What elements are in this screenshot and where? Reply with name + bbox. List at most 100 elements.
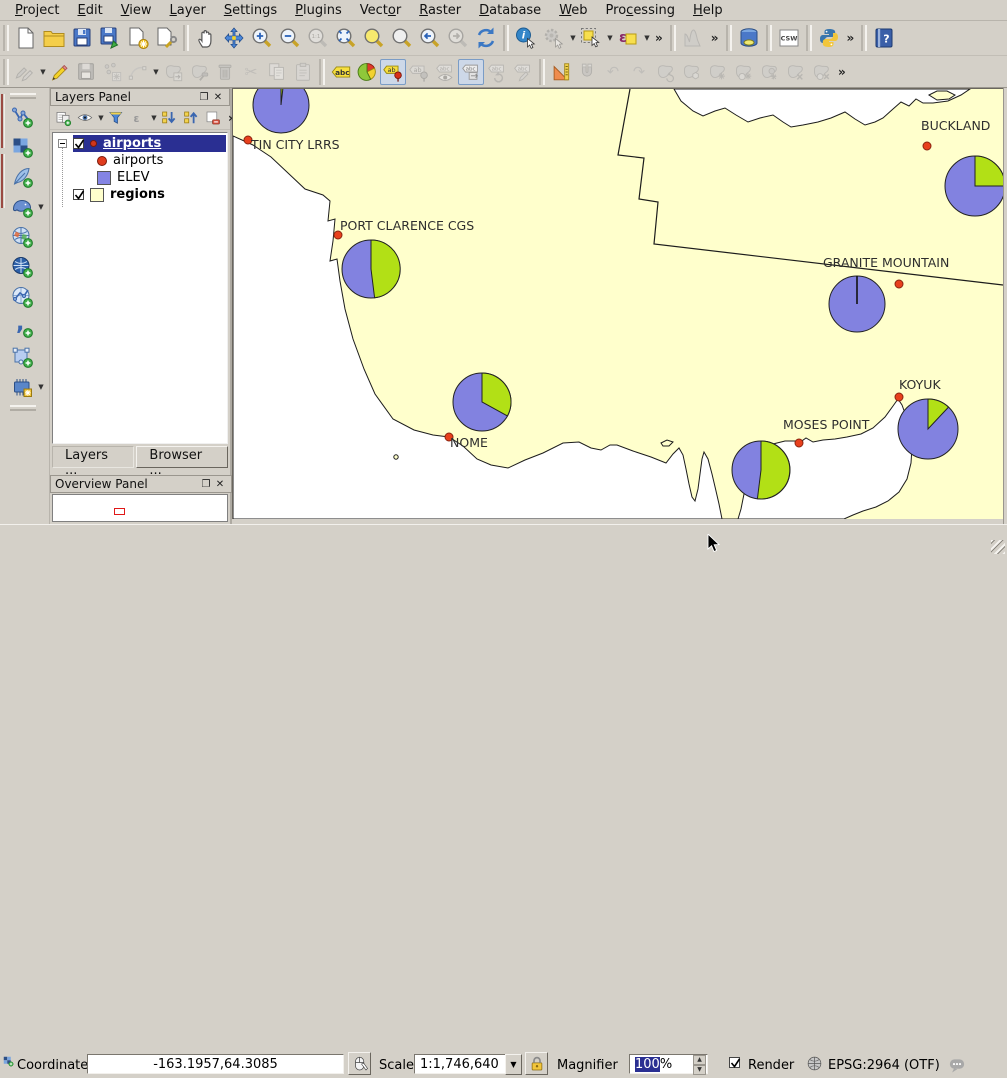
toolbar-grip[interactable]	[319, 59, 325, 85]
add-wfs-layer-button[interactable]	[8, 283, 36, 311]
menu-raster[interactable]: Raster	[410, 1, 470, 20]
highlight-pinned-labels-button[interactable]: ab	[380, 59, 406, 85]
layer-label[interactable]: regions	[110, 187, 165, 202]
layer-label[interactable]: airports	[103, 136, 161, 151]
composer-manager-button[interactable]	[152, 24, 180, 52]
menu-help[interactable]: Help	[684, 1, 732, 20]
menu-plugins[interactable]: Plugins	[286, 1, 351, 20]
scale-combobox[interactable]: 1:1,746,640	[414, 1054, 506, 1074]
dropdown-arrow-icon[interactable]: ▼	[39, 68, 47, 76]
toolbar-grip[interactable]	[806, 25, 812, 51]
zoom-to-selection-button[interactable]	[388, 24, 416, 52]
new-project-button[interactable]	[12, 24, 40, 52]
add-group-button[interactable]	[52, 107, 74, 129]
toolbar-grip[interactable]	[766, 25, 772, 51]
dock-tab-browser[interactable]: Browser ...	[136, 446, 228, 468]
layer-label[interactable]: ELEV	[117, 170, 150, 185]
float-panel-icon[interactable]: ❐	[197, 92, 211, 103]
toolbar-grip[interactable]	[670, 25, 676, 51]
open-project-button[interactable]	[40, 24, 68, 52]
menu-view[interactable]: View	[112, 1, 161, 20]
spinbox-arrows[interactable]: ▲▼	[693, 1055, 706, 1073]
refresh-map-button[interactable]	[472, 24, 500, 52]
new-print-composer-button[interactable]	[124, 24, 152, 52]
toolbar-grip[interactable]	[3, 59, 9, 85]
layer-visibility-checkbox[interactable]	[73, 189, 84, 200]
toolbar-grip[interactable]	[539, 59, 545, 85]
help-contents-button[interactable]: ?	[870, 24, 898, 52]
render-checkbox[interactable]	[729, 1057, 740, 1068]
zoom-full-button[interactable]	[332, 24, 360, 52]
menu-edit[interactable]: Edit	[69, 1, 112, 20]
toggle-editing-button[interactable]	[47, 59, 73, 85]
layer-diagram-options-button[interactable]	[354, 59, 380, 85]
layer-labeling-options-button[interactable]: abc	[328, 59, 354, 85]
zoom-last-button[interactable]	[416, 24, 444, 52]
enable-advanced-digitizing-button[interactable]	[548, 59, 574, 85]
toolbar-overflow-chevron[interactable]: »	[834, 65, 850, 79]
dropdown-arrow-icon[interactable]: ▼	[569, 34, 577, 42]
save-project-as-button[interactable]	[96, 24, 124, 52]
close-panel-icon[interactable]: ✕	[213, 479, 227, 490]
manage-layer-visibility-button[interactable]	[74, 107, 96, 129]
pan-to-selection-button[interactable]	[220, 24, 248, 52]
expand-all-button[interactable]	[158, 107, 180, 129]
add-spatialite-layer-button[interactable]	[8, 163, 36, 191]
toolbar-overflow-chevron[interactable]: »	[707, 31, 723, 45]
map-canvas[interactable]: TIN CITY LRRSPORT CLARENCE CGSNOMEBUCKLA…	[232, 88, 1003, 519]
add-virtual-layer-button[interactable]	[8, 373, 36, 401]
menu-layer[interactable]: Layer	[161, 1, 215, 20]
dropdown-arrow-icon[interactable]: ▼	[643, 34, 651, 42]
add-raster-layer-button[interactable]	[8, 133, 36, 161]
layer-label[interactable]: airports	[113, 153, 163, 168]
toolbar-overflow-chevron[interactable]: »	[843, 31, 859, 45]
python-console-button[interactable]	[815, 24, 843, 52]
identify-features-button[interactable]: i	[512, 24, 540, 52]
new-shapefile-layer-button[interactable]	[8, 343, 36, 371]
crs-status-button[interactable]: EPSG:2964 (OTF)	[828, 1058, 940, 1073]
filter-by-expression-button[interactable]: ε	[127, 107, 149, 129]
menu-settings[interactable]: Settings	[215, 1, 286, 20]
save-project-button[interactable]	[68, 24, 96, 52]
dropdown-arrow-icon[interactable]: ▼	[37, 383, 45, 391]
scale-dropdown-arrow[interactable]: ▼	[505, 1054, 522, 1075]
select-by-expression-button[interactable]: ε	[614, 24, 642, 52]
toolbar-overflow-chevron[interactable]: »	[651, 31, 667, 45]
dropdown-arrow-icon[interactable]: ▼	[37, 203, 45, 211]
float-panel-icon[interactable]: ❐	[199, 479, 213, 490]
collapse-all-button[interactable]	[180, 107, 202, 129]
toolbar-grip[interactable]	[10, 405, 36, 411]
metasearch-csw-button[interactable]: CSW	[775, 24, 803, 52]
layer-tree-row[interactable]: airports	[53, 135, 227, 152]
layer-tree-row[interactable]: ELEV	[53, 169, 227, 186]
menu-project[interactable]: Project	[6, 1, 69, 20]
layer-tree-row[interactable]: regions	[53, 186, 227, 203]
db-manager-button[interactable]	[735, 24, 763, 52]
move-label-button[interactable]: abc	[458, 59, 484, 85]
toolbar-edge-grip[interactable]	[1, 88, 7, 524]
menu-processing[interactable]: Processing	[597, 1, 684, 20]
toolbar-grip[interactable]	[3, 25, 9, 51]
menu-database[interactable]: Database	[470, 1, 550, 20]
zoom-out-button[interactable]	[276, 24, 304, 52]
zoom-in-button[interactable]	[248, 24, 276, 52]
toolbar-grip[interactable]	[10, 93, 36, 99]
add-delimited-text-layer-button[interactable]: ,	[8, 313, 36, 341]
add-vector-layer-button[interactable]	[8, 103, 36, 131]
window-resize-grip[interactable]	[991, 540, 1005, 554]
remove-layer-group-button[interactable]	[202, 107, 224, 129]
add-wcs-layer-button[interactable]	[8, 253, 36, 281]
dropdown-arrow-icon[interactable]: ▼	[152, 68, 160, 76]
tree-expander-minus[interactable]	[58, 139, 67, 148]
toolbar-grip[interactable]	[726, 25, 732, 51]
layer-tree-row[interactable]: airports	[53, 152, 227, 169]
dropdown-arrow-icon[interactable]: ▼	[150, 114, 158, 122]
overview-extent-rect[interactable]	[114, 508, 125, 515]
toolbar-grip[interactable]	[183, 25, 189, 51]
messages-bubble-icon[interactable]	[947, 1056, 967, 1078]
mouse-position-toggle-button[interactable]	[348, 1052, 371, 1075]
menu-web[interactable]: Web	[550, 1, 596, 20]
toolbar-grip[interactable]	[503, 25, 509, 51]
close-panel-icon[interactable]: ✕	[211, 92, 225, 103]
dock-tab-layers[interactable]: Layers ...	[52, 446, 134, 468]
